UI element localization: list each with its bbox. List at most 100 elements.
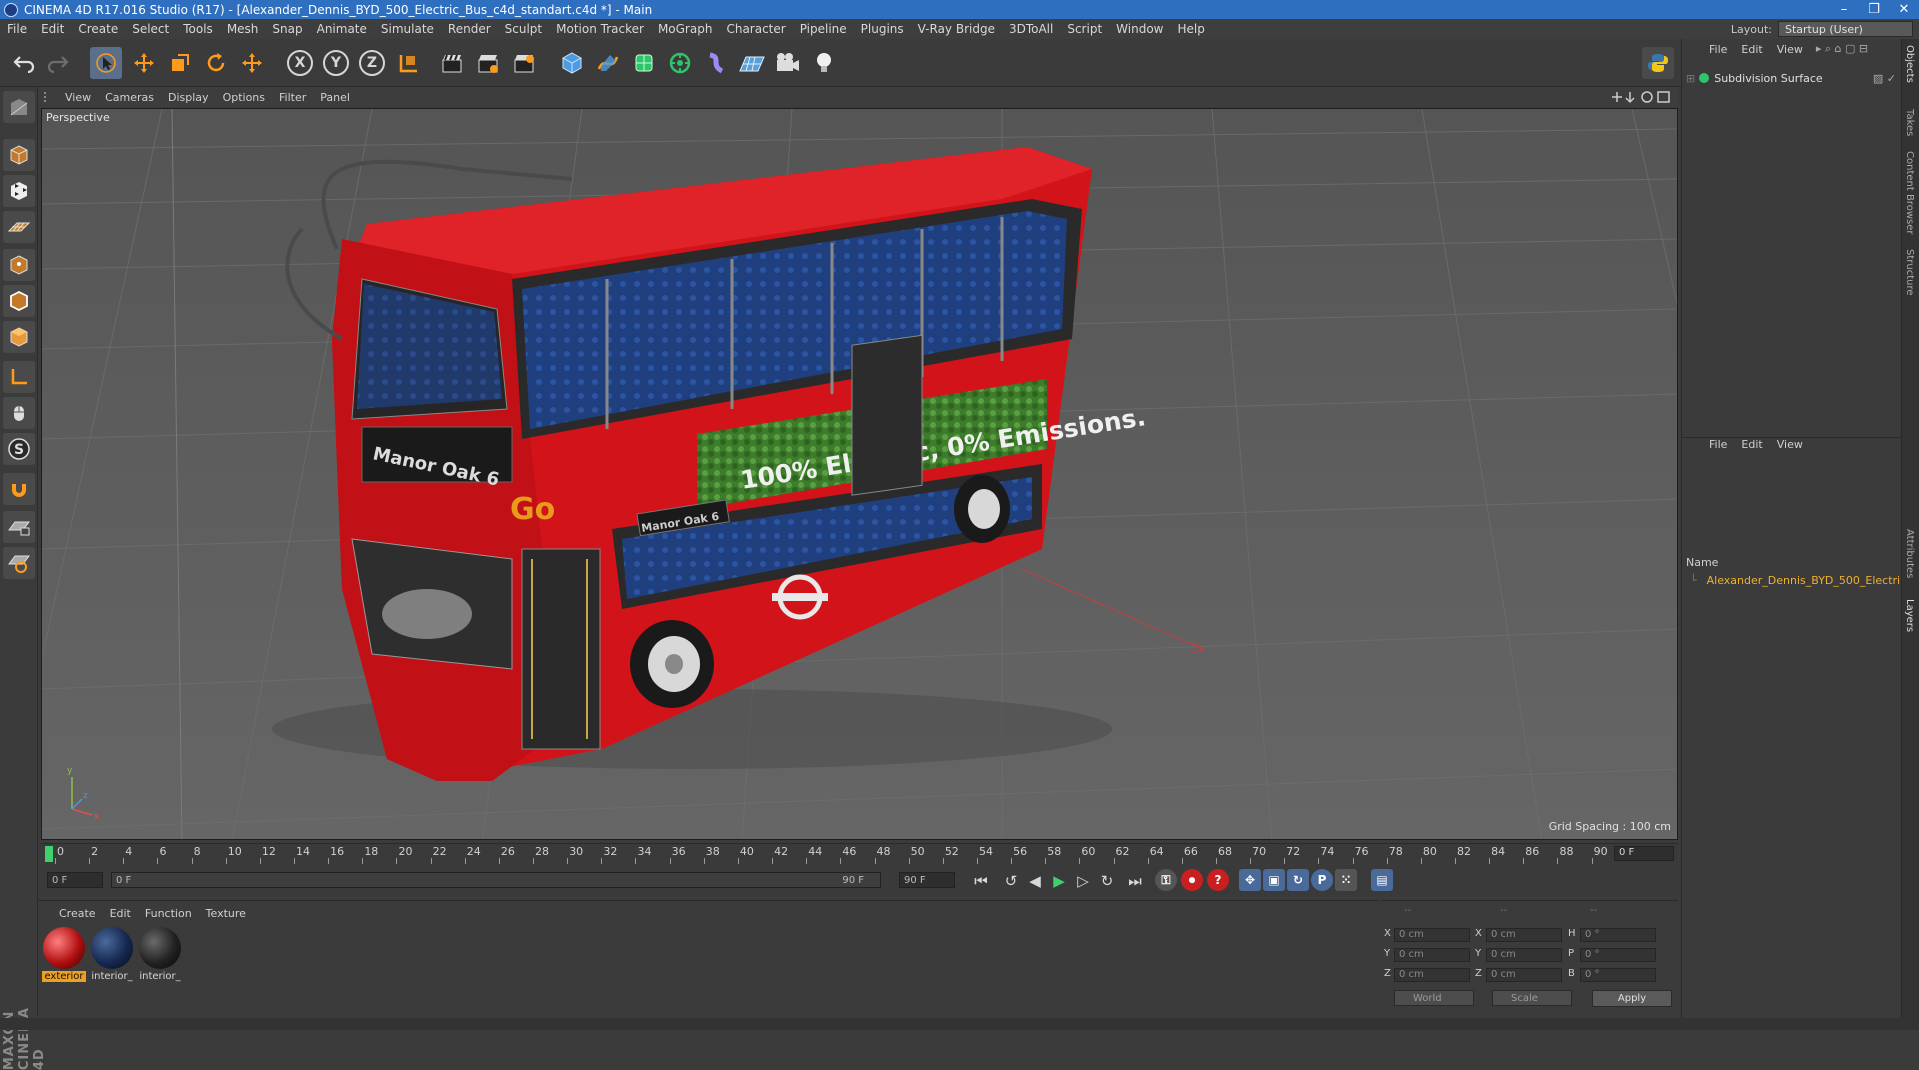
tab-layers[interactable]: Layers <box>1904 599 1915 632</box>
workplane-mode-button[interactable] <box>3 211 35 243</box>
menu-simulate[interactable]: Simulate <box>374 22 441 36</box>
tab-structure[interactable]: Structure <box>1904 249 1915 296</box>
menu-create[interactable]: Create <box>71 22 125 36</box>
menu-mograph[interactable]: MoGraph <box>651 22 720 36</box>
menu-render[interactable]: Render <box>441 22 498 36</box>
material-menu-texture[interactable]: Texture <box>199 907 253 920</box>
recent-tool[interactable] <box>236 47 268 79</box>
menu-window[interactable]: Window <box>1109 22 1170 36</box>
object-row-subdivision-surface[interactable]: ⊞ Subdivision Surface ▨ ✓ <box>1686 70 1896 86</box>
key-pla-button[interactable]: ⁙ <box>1335 869 1357 891</box>
subdivision-surface-button[interactable] <box>628 47 660 79</box>
menu-select[interactable]: Select <box>125 22 176 36</box>
playhead-marker[interactable] <box>45 846 53 862</box>
menu-tools[interactable]: Tools <box>176 22 220 36</box>
tab-attributes[interactable]: Attributes <box>1904 529 1915 578</box>
undo-button[interactable] <box>8 47 40 79</box>
transform-mode-dropdown[interactable]: Scale <box>1492 990 1572 1006</box>
material-swatch-exterior[interactable]: exterior <box>42 927 86 982</box>
viewport-navigation-icons[interactable] <box>1610 90 1672 104</box>
objects-menu-view[interactable]: View <box>1770 43 1810 56</box>
points-mode-button[interactable] <box>3 249 35 281</box>
objects-menu-file[interactable]: File <box>1702 43 1734 56</box>
tab-takes[interactable]: Takes <box>1904 109 1915 136</box>
close-button[interactable]: ✕ <box>1889 0 1919 19</box>
material-menu-create[interactable]: Create <box>52 907 103 920</box>
layer-row[interactable]: └ Alexander_Dennis_BYD_500_Electric_Bus <box>1686 572 1900 588</box>
next-key-button[interactable]: ↻ <box>1095 869 1119 893</box>
tweak-mode-button[interactable] <box>3 397 35 429</box>
menu-script[interactable]: Script <box>1060 22 1109 36</box>
scale-tool[interactable] <box>164 47 196 79</box>
goto-end-button[interactable]: ⏭ <box>1123 869 1147 893</box>
tab-objects[interactable]: Objects <box>1904 45 1915 83</box>
size-z-field[interactable]: 0 cm <box>1486 968 1562 982</box>
menu-plugins[interactable]: Plugins <box>854 22 911 36</box>
position-y-field[interactable]: 0 cm <box>1394 948 1470 962</box>
menu-mesh[interactable]: Mesh <box>220 22 266 36</box>
coordinate-mode-dropdown[interactable]: World <box>1394 990 1474 1006</box>
start-frame-field[interactable]: 0 F <box>47 872 103 888</box>
menu-edit[interactable]: Edit <box>34 22 71 36</box>
viewport-menu-display[interactable]: Display <box>161 91 216 104</box>
key-rotation-button[interactable]: ↻ <box>1287 869 1309 891</box>
next-frame-button[interactable]: ▷ <box>1071 869 1095 893</box>
menu-snap[interactable]: Snap <box>265 22 309 36</box>
menu-vray-bridge[interactable]: V-Ray Bridge <box>911 22 1002 36</box>
layout-dropdown[interactable]: Startup (User) <box>1778 21 1913 37</box>
render-view-button[interactable] <box>436 47 468 79</box>
prev-frame-button[interactable]: ◀ <box>1023 869 1047 893</box>
preview-range-slider[interactable]: 0 F 90 F <box>111 872 881 888</box>
planar-workplane-button[interactable] <box>3 547 35 579</box>
lock-workplane-button[interactable] <box>3 511 35 543</box>
key-scale-button[interactable]: ▣ <box>1263 869 1285 891</box>
z-axis-lock[interactable]: Z <box>356 47 388 79</box>
menu-help[interactable]: Help <box>1170 22 1211 36</box>
snapping-button[interactable]: S <box>3 433 35 465</box>
rotation-p-field[interactable]: 0 ° <box>1580 948 1656 962</box>
keyframe-selection-button[interactable]: ? <box>1207 869 1229 891</box>
live-selection-tool[interactable] <box>90 47 122 79</box>
floor-object-button[interactable] <box>736 47 768 79</box>
material-menu-edit[interactable]: Edit <box>103 907 138 920</box>
cube-object-button[interactable] <box>556 47 588 79</box>
layers-menu-edit[interactable]: Edit <box>1734 438 1769 451</box>
texture-mode-button[interactable] <box>3 175 35 207</box>
model-mode-button[interactable] <box>3 139 35 171</box>
goto-start-button[interactable]: ⏮ <box>969 869 993 893</box>
rotation-b-field[interactable]: 0 ° <box>1580 968 1656 982</box>
minimize-button[interactable]: – <box>1829 0 1859 19</box>
play-button[interactable]: ▶ <box>1047 869 1071 893</box>
menu-file[interactable]: File <box>0 22 34 36</box>
polygons-mode-button[interactable] <box>3 321 35 353</box>
menu-sculpt[interactable]: Sculpt <box>498 22 549 36</box>
python-button[interactable] <box>1642 47 1674 79</box>
prev-key-button[interactable]: ↺ <box>999 869 1023 893</box>
objects-menu-edit[interactable]: Edit <box>1734 43 1769 56</box>
deformer-button[interactable] <box>700 47 732 79</box>
menu-motion-tracker[interactable]: Motion Tracker <box>549 22 651 36</box>
layers-menu-file[interactable]: File <box>1702 438 1734 451</box>
viewport-menu-panel[interactable]: Panel <box>313 91 357 104</box>
size-x-field[interactable]: 0 cm <box>1486 928 1562 942</box>
render-settings-button[interactable] <box>508 47 540 79</box>
menu-pipeline[interactable]: Pipeline <box>793 22 854 36</box>
objects-toolbar-icons[interactable]: ▸ ⌕ ⌂ ▢ ⊟ <box>1816 42 1868 56</box>
viewport-menu-filter[interactable]: Filter <box>272 91 313 104</box>
redo-button[interactable] <box>42 47 74 79</box>
light-object-button[interactable] <box>808 47 840 79</box>
record-active-objects-button[interactable]: ⚿ <box>1155 869 1177 891</box>
x-axis-lock[interactable]: X <box>284 47 316 79</box>
expand-icon[interactable]: ⊞ <box>1686 72 1695 85</box>
camera-object-button[interactable] <box>772 47 804 79</box>
magnet-snap-button[interactable] <box>3 473 35 505</box>
perspective-viewport[interactable]: y x z Manor Oak 6 100% Electric, 0% Emis… <box>41 108 1678 840</box>
viewport-menu-cameras[interactable]: Cameras <box>98 91 161 104</box>
move-tool[interactable] <box>128 47 160 79</box>
material-menu-function[interactable]: Function <box>138 907 199 920</box>
autokey-button[interactable]: ⏺ <box>1181 869 1203 891</box>
timeline-window-button[interactable]: ▤ <box>1371 869 1393 891</box>
menu-animate[interactable]: Animate <box>310 22 374 36</box>
tab-content-browser[interactable]: Content Browser <box>1904 151 1915 234</box>
menu-3dtoall[interactable]: 3DToAll <box>1002 22 1060 36</box>
